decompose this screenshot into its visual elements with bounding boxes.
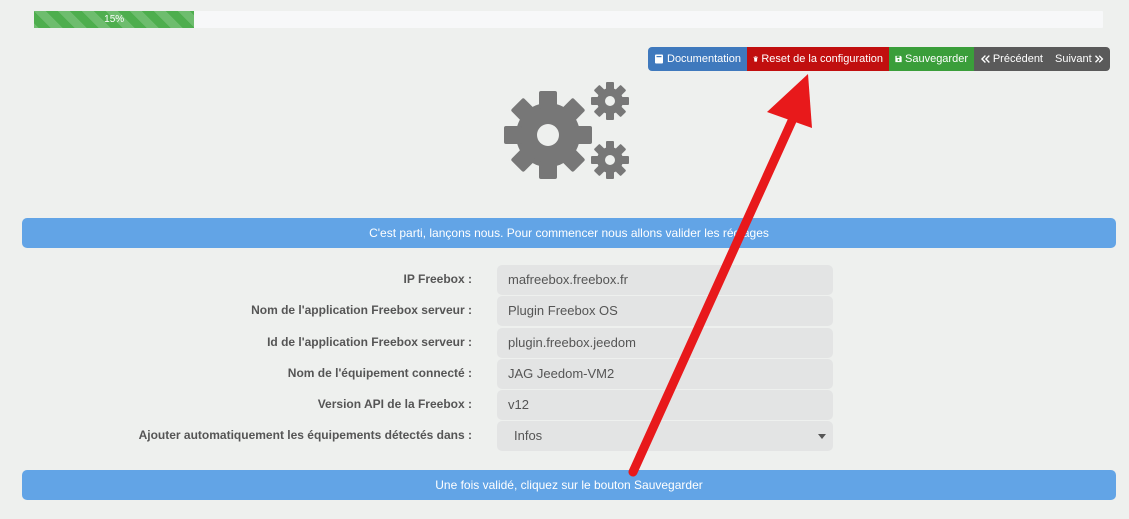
reset-label: Reset de la configuration: [761, 53, 883, 65]
ip-label: IP Freebox :: [403, 272, 472, 286]
trash-icon: [753, 56, 758, 62]
device-field[interactable]: JAG Jeedom-VM2: [497, 359, 833, 389]
save-label: Sauvegarder: [905, 53, 968, 65]
book-icon: [655, 54, 663, 64]
form-row-app-name: Nom de l'application Freebox serveur : P…: [0, 296, 1129, 326]
reset-configuration-button[interactable]: Reset de la configuration: [747, 47, 889, 71]
progress-bar: 15%: [34, 11, 1103, 28]
double-chevron-left-icon: [980, 55, 990, 63]
app-name-label: Nom de l'application Freebox serveur :: [251, 303, 472, 317]
previous-label: Précédent: [992, 53, 1043, 65]
app-name-field[interactable]: Plugin Freebox OS: [497, 296, 833, 326]
api-version-label: Version API de la Freebox :: [317, 397, 472, 411]
documentation-button[interactable]: Documentation: [648, 47, 747, 71]
progress-label: 15%: [104, 14, 125, 25]
form-row-device: Nom de l'équipement connecté : JAG Jeedo…: [0, 359, 1129, 389]
intro-banner: C'est parti, lançons nous. Pour commence…: [22, 218, 1116, 248]
progress-fill: 15%: [34, 11, 195, 28]
api-version-field[interactable]: v12: [497, 390, 833, 420]
gears-icon: [504, 82, 629, 179]
footer-banner: Une fois validé, cliquez sur le bouton S…: [22, 470, 1116, 500]
next-label: Suivant: [1055, 53, 1092, 65]
wizard-toolbar: Documentation Reset de la configuration …: [648, 47, 1110, 71]
floppy-icon: [895, 55, 902, 63]
ip-field[interactable]: mafreebox.freebox.fr: [497, 265, 833, 295]
form-row-auto-add: Ajouter automatiquement les équipements …: [0, 421, 1129, 451]
documentation-label: Documentation: [667, 53, 741, 65]
device-label: Nom de l'équipement connecté :: [287, 366, 472, 380]
caret-down-icon: [818, 434, 826, 439]
next-button[interactable]: Suivant: [1049, 47, 1110, 71]
save-button[interactable]: Sauvegarder: [889, 47, 974, 71]
form-row-app-id: Id de l'application Freebox serveur : pl…: [0, 328, 1129, 358]
form-row-ip: IP Freebox : mafreebox.freebox.fr: [0, 265, 1129, 295]
previous-button[interactable]: Précédent: [974, 47, 1049, 71]
form-row-api: Version API de la Freebox : v12: [0, 390, 1129, 420]
auto-add-label: Ajouter automatiquement les équipements …: [138, 428, 472, 442]
auto-add-selected-value: Infos: [514, 428, 543, 443]
double-chevron-right-icon: [1094, 55, 1104, 63]
app-id-label: Id de l'application Freebox serveur :: [267, 335, 472, 349]
auto-add-select[interactable]: Infos: [497, 421, 833, 451]
app-id-field[interactable]: plugin.freebox.jeedom: [497, 328, 833, 358]
